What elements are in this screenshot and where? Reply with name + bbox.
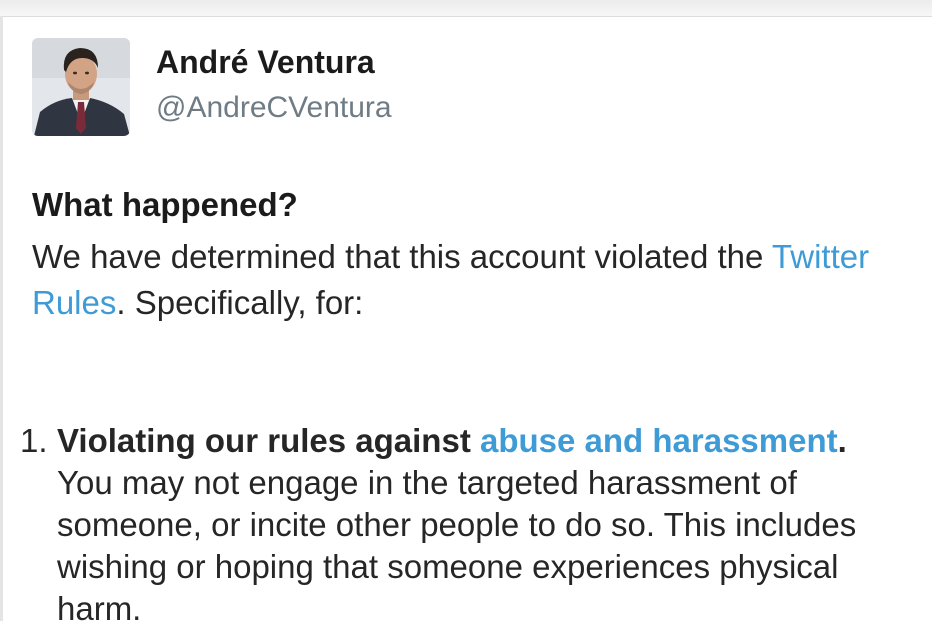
abuse-harassment-link[interactable]: abuse and harassment [480,422,838,459]
violation-item: 1. Violating our rules against abuse and… [20,420,920,630]
violation-body: Violating our rules against abuse and ha… [57,420,907,630]
left-edge-divider [0,16,3,621]
intro-text-before: We have determined that this account vio… [32,238,772,275]
profile-header: André Ventura @AndreCVentura [32,38,392,136]
avatar-image [32,38,130,136]
user-handle[interactable]: @AndreCVentura [156,88,392,128]
avatar[interactable] [32,38,130,136]
violation-heading-end: . [837,422,847,459]
notice-title: What happened? [32,186,298,223]
violation-description: You may not engage in the targeted haras… [57,464,857,627]
intro-text-after: . Specifically, for: [116,284,364,321]
violation-heading: Violating our rules against [57,422,480,459]
violation-number: 1. [20,422,48,459]
notice-intro: We have determined that this account vio… [32,234,912,326]
profile-identity: André Ventura @AndreCVentura [156,42,392,128]
top-bar [0,0,932,17]
display-name[interactable]: André Ventura [156,42,392,82]
